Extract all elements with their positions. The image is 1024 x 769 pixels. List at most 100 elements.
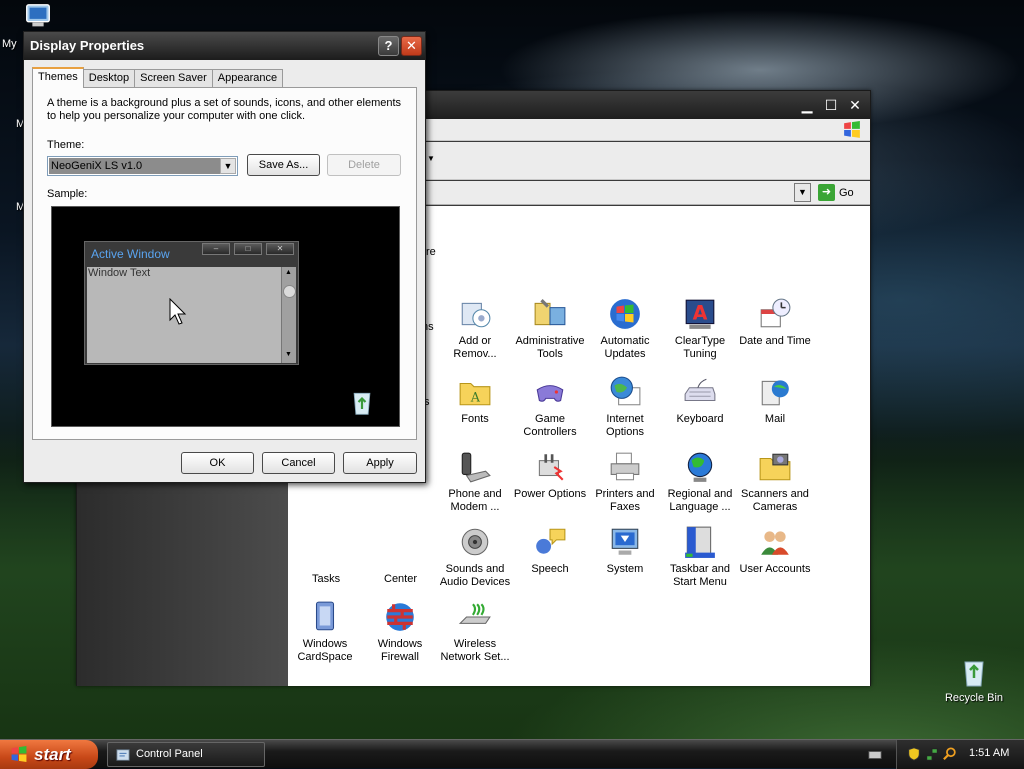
date-time-icon — [760, 298, 791, 328]
keyboard-icon[interactable] — [868, 748, 882, 762]
hidden-item-label: Center — [384, 573, 418, 585]
sample-window-text: Window Text — [88, 267, 151, 279]
mouse-cursor-icon — [169, 298, 187, 325]
recycle-bin-icon — [353, 392, 371, 415]
windows-update-icon — [610, 299, 640, 329]
speech-icon — [536, 528, 566, 554]
speaker-icon — [461, 528, 489, 556]
sample-maximize-icon: □ — [234, 243, 262, 255]
cp-item-fonts[interactable]: A Fonts — [437, 375, 513, 426]
network-icon[interactable] — [925, 747, 939, 761]
start-label: start — [34, 745, 71, 764]
hidden-item-label: Tasks — [312, 573, 341, 585]
cancel-button[interactable]: Cancel — [262, 452, 335, 474]
tab-strip: Themes Desktop Screen Saver Appearance — [32, 67, 284, 88]
add-remove-programs-icon — [461, 302, 491, 328]
windows-logo-icon — [844, 121, 860, 138]
system-tray: 1:51 AM — [896, 740, 1024, 769]
go-button[interactable]: ➜ Go — [818, 183, 854, 202]
clock[interactable]: 1:51 AM — [969, 747, 1009, 759]
cp-item-speech[interactable]: Speech — [512, 525, 588, 576]
scanner-camera-icon — [759, 453, 791, 481]
power-options-icon — [538, 454, 564, 481]
sample-window-title: Active Window — [91, 247, 170, 261]
chevron-down-icon[interactable]: ▼ — [220, 158, 236, 174]
desktop-icon-label: Recycle Bin — [944, 692, 1004, 704]
cp-item-cleartype-tuning[interactable]: A ClearType Tuning — [662, 297, 738, 361]
fonts-folder-icon: A — [459, 382, 491, 406]
delete-button[interactable]: Delete — [327, 154, 401, 176]
cp-item-administrative-tools[interactable]: Administrative Tools — [512, 297, 588, 361]
cp-item-internet-options[interactable]: Internet Options — [587, 375, 663, 439]
cp-item-sounds-audio[interactable]: Sounds and Audio Devices — [437, 525, 513, 589]
computer-icon — [26, 4, 50, 27]
recycle-bin-icon — [964, 661, 984, 687]
theme-sample-preview: Active Window – □ ✕ Window Text ▲ ▼ — [51, 206, 400, 427]
ok-button[interactable]: OK — [181, 452, 254, 474]
themes-description: A theme is a background plus a set of so… — [47, 97, 402, 122]
printer-icon — [610, 452, 640, 481]
sample-active-window: Active Window – □ ✕ Window Text ▲ ▼ — [84, 241, 299, 365]
cp-item-scanners-cameras[interactable]: Scanners and Cameras — [737, 450, 813, 514]
administrative-tools-icon — [534, 299, 566, 326]
theme-select[interactable]: NeoGeniX LS v1.0 ▼ — [47, 156, 238, 176]
wireless-network-icon — [458, 603, 491, 624]
go-arrow-icon: ➜ — [818, 184, 835, 201]
close-button[interactable]: ✕ — [844, 95, 866, 115]
tab-screen-saver[interactable]: Screen Saver — [134, 69, 213, 88]
taskbar-item-control-panel[interactable]: Control Panel — [107, 742, 265, 767]
cp-item-power-options[interactable]: Power Options — [512, 450, 588, 501]
taskbar: start Control Panel 1:51 AM — [0, 739, 1024, 769]
cp-item-date-time[interactable]: Date and Time — [737, 297, 813, 348]
search-icon[interactable] — [943, 747, 957, 761]
address-dropdown-button[interactable]: ▼ — [794, 183, 811, 202]
save-as-button[interactable]: Save As... — [247, 154, 320, 176]
system-icon — [611, 528, 639, 555]
cp-item-wireless-network[interactable]: Wireless Network Set... — [437, 600, 513, 664]
sample-scroll-thumb — [283, 285, 296, 298]
taskbar-icon — [685, 526, 715, 558]
sample-scrollbar: ▲ ▼ — [281, 267, 296, 363]
desktop-icon-recycle-bin[interactable]: Recycle Bin — [942, 656, 1006, 704]
cp-item-user-accounts[interactable]: User Accounts — [737, 525, 813, 576]
cp-item-system[interactable]: System — [587, 525, 663, 576]
maximize-button[interactable]: ☐ — [820, 95, 842, 115]
cp-item-windows-firewall[interactable]: Windows Firewall — [362, 600, 438, 664]
sample-label: Sample: — [47, 188, 88, 200]
apply-button[interactable]: Apply — [343, 452, 417, 474]
mail-icon — [761, 380, 789, 406]
hidden-item-label: re — [426, 246, 436, 258]
cp-item-add-remove[interactable]: Add or Remov... — [437, 297, 513, 361]
gamepad-icon — [536, 385, 564, 402]
cleartype-icon: A — [685, 299, 715, 329]
views-dropdown-arrow[interactable]: ▼ — [427, 154, 435, 163]
cp-item-phone-modem[interactable]: Phone and Modem ... — [437, 450, 513, 514]
theme-select-value: NeoGeniX LS v1.0 — [49, 158, 221, 174]
start-button[interactable]: start — [0, 740, 98, 769]
cp-item-mail[interactable]: Mail — [737, 375, 813, 426]
svg-text:A: A — [470, 391, 481, 406]
taskbar-item-label: Control Panel — [136, 748, 203, 760]
cp-item-windows-cardspace[interactable]: Windows CardSpace — [287, 600, 363, 664]
cp-item-printers-faxes[interactable]: Printers and Faxes — [587, 450, 663, 514]
minimize-button[interactable]: ▁ — [796, 95, 818, 115]
firewall-icon — [386, 603, 414, 631]
cp-item-taskbar-start-menu[interactable]: Taskbar and Start Menu — [662, 525, 738, 589]
cp-item-game-controllers[interactable]: Game Controllers — [512, 375, 588, 439]
sample-minimize-icon: – — [202, 243, 230, 255]
dialog-titlebar[interactable]: Display Properties ? ✕ — [24, 32, 425, 60]
cardspace-icon — [315, 601, 335, 631]
theme-label: Theme: — [47, 139, 85, 151]
tab-appearance[interactable]: Appearance — [211, 69, 284, 88]
security-shield-icon[interactable] — [907, 747, 921, 761]
close-button[interactable]: ✕ — [401, 36, 422, 56]
desktop-icon-label: My — [2, 38, 17, 50]
tab-desktop[interactable]: Desktop — [82, 69, 136, 88]
display-properties-dialog[interactable]: Display Properties ? ✕ Themes Desktop Sc… — [23, 31, 426, 483]
users-icon — [761, 531, 789, 555]
tab-themes[interactable]: Themes — [32, 67, 84, 88]
cp-item-automatic-updates[interactable]: Automatic Updates — [587, 297, 663, 361]
cp-item-regional-language[interactable]: Regional and Language ... — [662, 450, 738, 514]
cp-item-keyboard[interactable]: Keyboard — [662, 375, 738, 426]
help-button[interactable]: ? — [378, 36, 399, 56]
